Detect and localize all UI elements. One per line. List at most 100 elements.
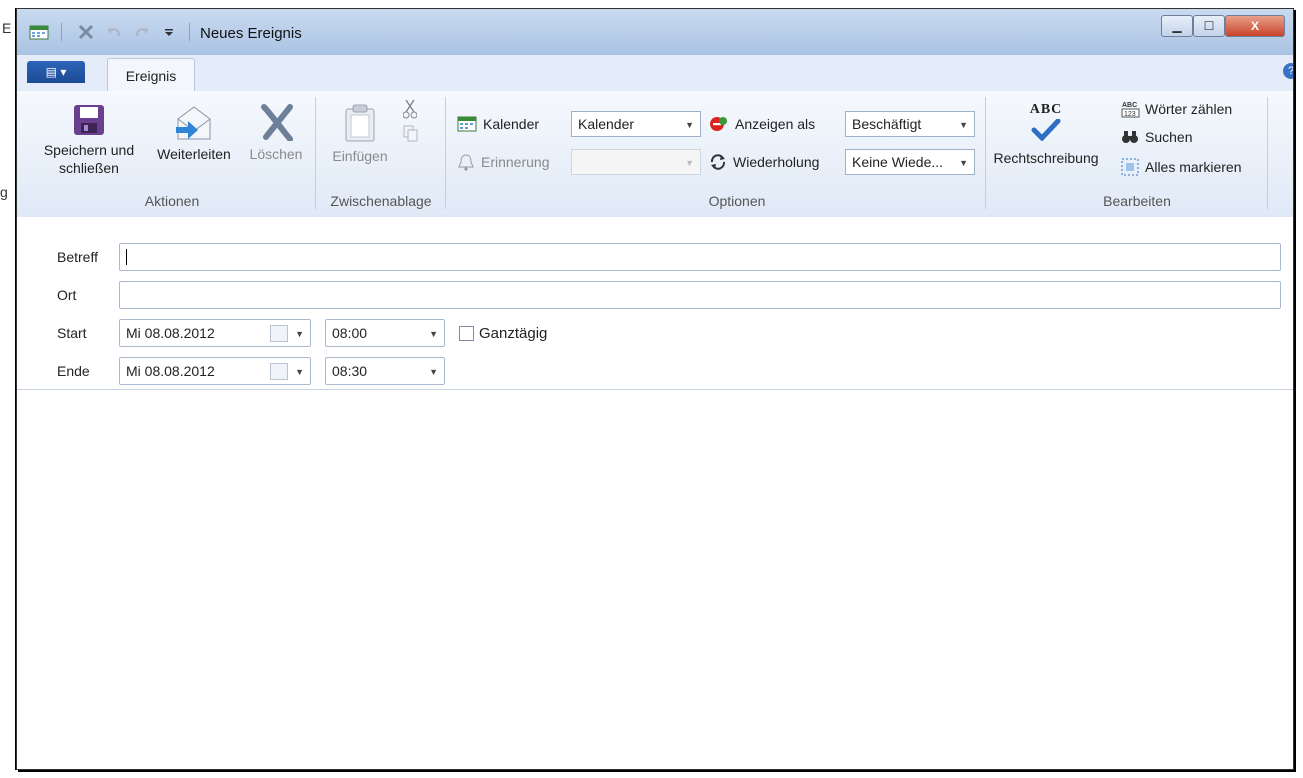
calendar-select-value: Kalender [578,116,635,132]
binoculars-icon [1122,131,1138,143]
busy-status-icon [710,117,727,131]
show-as-select[interactable]: Beschäftigt ▼ [845,111,975,137]
spelling-label: Rechtschreibung [993,150,1099,166]
background-text-2: g [0,184,8,200]
calendar-small-icon [270,325,288,342]
start-time-value: 08:00 [332,325,368,341]
word-count-button[interactable]: ABC 123 Wörter zählen [1121,99,1232,119]
tab-ereignis[interactable]: Ereignis [107,58,195,92]
chevron-down-icon: ▼ [959,120,968,130]
end-label: Ende [57,363,90,379]
maximize-button[interactable]: ☐ [1193,15,1225,37]
forward-label: Weiterleiten [157,146,231,162]
select-all-button[interactable]: Alles markieren [1121,157,1241,177]
bell-icon [458,154,474,171]
delete-button[interactable]: Löschen [243,103,309,163]
delete-icon[interactable] [77,23,95,41]
minimize-button[interactable]: ▁ [1161,15,1193,37]
background-text: E [2,20,12,36]
delete-x-icon [261,104,293,141]
start-date-value: Mi 08.08.2012 [126,325,215,341]
search-button[interactable]: Suchen [1121,127,1192,147]
window-title: Neues Ereignis [200,25,302,42]
start-label: Start [57,325,87,341]
file-menu-button[interactable]: ▤ ▾ [27,61,85,83]
chevron-down-icon: ▼ [429,329,438,339]
select-all-label: Alles markieren [1145,159,1242,175]
customize-qat-icon[interactable] [163,23,175,41]
subject-input[interactable] [119,243,1281,271]
copy-icon[interactable] [403,125,419,146]
ribbon: Speichern und schließen Weiterleiten Lös… [17,91,1293,218]
allday-checkbox[interactable] [459,326,474,341]
group-label-bearbeiten: Bearbeiten [1103,193,1171,209]
chevron-down-icon: ▼ [685,120,694,130]
calendar-label: Kalender [483,116,540,132]
calendar-small-icon [270,363,288,380]
recurrence-icon [710,154,726,170]
reminder-select[interactable]: ▼ [571,149,701,175]
delete-label: Löschen [249,146,303,162]
undo-icon[interactable] [105,23,123,41]
event-form: Betreff Ort Start Mi 08.08.2012 ▼ 08:00 … [17,217,1293,390]
recurrence-label: Wiederholung [733,154,820,170]
group-separator [985,97,986,209]
recurrence-label-row: Wiederholung [709,149,819,175]
group-label-optionen: Optionen [708,193,766,209]
show-as-value: Beschäftigt [852,116,922,132]
group-label-aktionen: Aktionen [144,193,200,209]
svg-text:123: 123 [1124,111,1136,118]
save-and-close-button[interactable]: Speichern und schließen [39,103,139,177]
start-date-picker[interactable]: Mi 08.08.2012 ▼ [119,319,311,347]
group-separator [1267,97,1268,209]
group-separator [315,97,316,209]
ribbon-tab-row: ▤ ▾ Ereignis ? [17,55,1293,92]
spelling-abc-text: ABC [1029,102,1063,117]
location-label: Ort [57,287,77,303]
paste-label: Einfügen [332,148,388,164]
cut-icon[interactable] [402,99,418,122]
subject-label: Betreff [57,249,98,265]
event-window: Neues Ereignis ▁ ☐ X ▤ ▾ Ereignis ? Spei… [16,8,1294,770]
chevron-down-icon: ▼ [295,329,304,339]
search-label: Suchen [1145,129,1193,145]
calendar-label-row: Kalender [457,111,539,137]
paste-button[interactable]: Einfügen [325,103,395,165]
title-bar: Neues Ereignis ▁ ☐ X [17,9,1293,55]
allday-label: Ganztägig [479,325,548,342]
redo-icon[interactable] [133,23,151,41]
text-caret [126,249,127,265]
chevron-down-icon: ▼ [685,158,694,168]
help-icon[interactable]: ? [1283,63,1293,79]
end-time-select[interactable]: 08:30 ▼ [325,357,445,385]
group-separator [445,97,446,209]
start-time-select[interactable]: 08:00 ▼ [325,319,445,347]
chevron-down-icon: ▼ [429,367,438,377]
save-icon [74,105,104,135]
forward-mail-icon [176,106,211,140]
svg-text:ABC: ABC [1122,102,1137,109]
select-all-icon [1121,158,1139,176]
event-notes-body[interactable] [17,390,1293,769]
close-button[interactable]: X [1225,15,1285,37]
location-input[interactable] [119,281,1281,309]
recurrence-value: Keine Wiede... [852,154,944,170]
end-date-picker[interactable]: Mi 08.08.2012 ▼ [119,357,311,385]
reminder-label: Erinnerung [481,154,550,170]
calendar-icon [457,116,477,132]
spelling-button[interactable]: ABC Rechtschreibung [991,101,1101,167]
checkmark-icon [1031,119,1061,141]
show-as-label-row: Anzeigen als [709,111,815,137]
calendar-select[interactable]: Kalender ▼ [571,111,701,137]
chevron-down-icon: ▼ [295,367,304,377]
end-date-value: Mi 08.08.2012 [126,363,215,379]
group-label-zwischenablage: Zwischenablage [330,193,432,209]
forward-button[interactable]: Weiterleiten [149,103,239,163]
save-label-line2: schließen [59,160,119,176]
qat-separator [61,23,62,41]
recurrence-select[interactable]: Keine Wiede... ▼ [845,149,975,175]
reminder-label-row: Erinnerung [457,149,550,175]
show-as-label: Anzeigen als [735,116,816,132]
word-count-label: Wörter zählen [1145,101,1233,117]
calendar-app-icon [29,23,49,41]
